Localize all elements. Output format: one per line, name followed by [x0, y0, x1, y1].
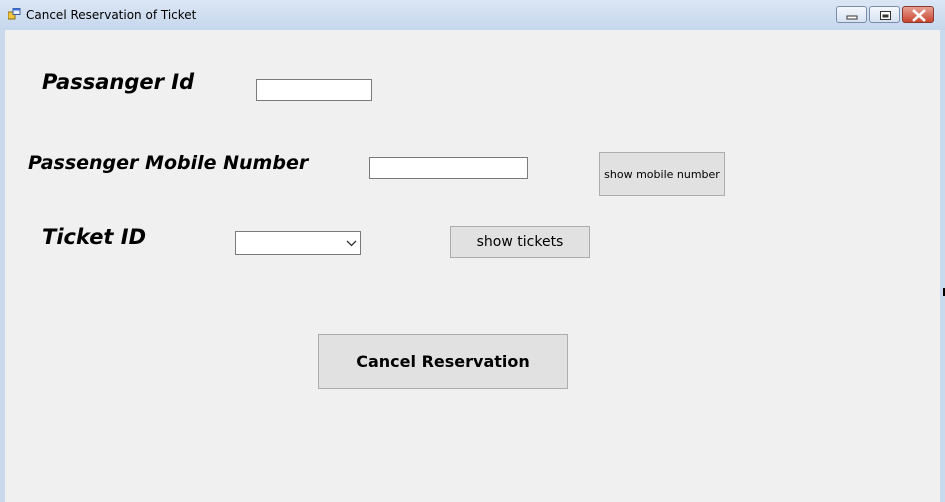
mobile-number-label: Passenger Mobile Number	[28, 152, 309, 174]
minimize-button[interactable]	[836, 6, 867, 23]
maximize-button[interactable]	[869, 6, 900, 23]
cancel-reservation-window: Cancel Reservation of Ticket Passanger I…	[0, 0, 945, 502]
show-mobile-number-button[interactable]: show mobile number	[599, 152, 725, 196]
ticket-id-dropdown[interactable]	[235, 231, 361, 255]
minimize-icon	[846, 15, 858, 20]
passenger-id-input[interactable]	[256, 79, 372, 101]
window-title: Cancel Reservation of Ticket	[26, 8, 197, 22]
chevron-down-icon	[346, 240, 357, 247]
show-tickets-button[interactable]: show tickets	[450, 226, 590, 258]
mobile-number-input[interactable]	[369, 157, 528, 179]
cancel-reservation-button[interactable]: Cancel Reservation	[318, 334, 568, 389]
ticket-id-label: Ticket ID	[42, 225, 147, 249]
close-icon	[912, 9, 926, 22]
title-bar[interactable]: Cancel Reservation of Ticket	[0, 0, 945, 30]
passenger-id-label: Passanger Id	[42, 70, 195, 94]
close-button[interactable]	[902, 6, 934, 23]
restore-icon	[880, 11, 891, 20]
app-icon	[8, 8, 21, 20]
